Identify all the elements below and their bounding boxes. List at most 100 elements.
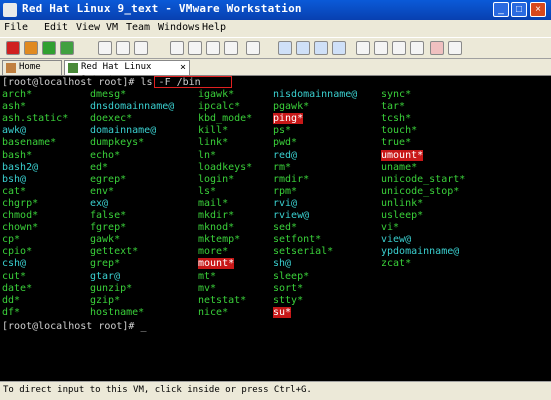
ls-entry: gtar@ (90, 270, 121, 282)
stop-icon[interactable] (6, 41, 20, 55)
ls-entry: mknod* (198, 222, 235, 234)
ls-entry: echo* (90, 149, 121, 161)
command-highlight-box (154, 76, 232, 88)
unity-icon[interactable] (332, 41, 346, 55)
ls-entry: mail* (198, 197, 229, 209)
status-text: To direct input to this VM, click inside… (3, 385, 312, 395)
ls-entry: ln* (198, 149, 217, 161)
tab-home-label: Home (19, 62, 41, 72)
ls-entry: date* (2, 282, 33, 294)
preferences-icon[interactable] (430, 41, 444, 55)
help-icon[interactable] (448, 41, 462, 55)
close-button[interactable]: × (530, 2, 546, 17)
ls-entry: view@ (381, 234, 412, 246)
manage-snapshots-icon[interactable] (134, 41, 148, 55)
menu-file[interactable]: File (4, 22, 28, 33)
ls-entry: kbd_mode* (198, 113, 253, 125)
ls-entry: cpio* (2, 246, 33, 258)
ls-entry: link* (198, 137, 229, 149)
ls-entry: umount* (381, 149, 424, 161)
ls-entry: unicode_stop* (381, 185, 460, 197)
team-icon[interactable] (410, 41, 424, 55)
ls-entry: touch* (381, 125, 418, 137)
ls-entry: sed* (273, 222, 298, 234)
ls-entry: loadkeys* (198, 161, 253, 173)
tab-vm[interactable]: Red Hat Linux 9_text × (64, 60, 190, 85)
floppy-icon[interactable] (246, 41, 260, 55)
ls-entry: egrep* (90, 173, 127, 185)
revert-icon[interactable] (116, 41, 130, 55)
ls-entry: chgrp* (2, 197, 39, 209)
ls-entry: doexec* (90, 113, 133, 125)
ls-entry: gawk* (90, 234, 121, 246)
network-icon[interactable] (188, 41, 202, 55)
ls-entry: ls* (198, 185, 217, 197)
ls-entry: hostname* (90, 306, 145, 318)
menu-team[interactable]: Team (126, 22, 150, 33)
menu-bar: File Edit View VM Team Windows Help (0, 20, 551, 37)
menu-vm[interactable]: VM (106, 22, 118, 33)
ls-entry: setserial* (273, 246, 334, 258)
ls-entry: netstat* (198, 294, 247, 306)
vm-console[interactable]: [root@localhost root]# ls -F /bin arch* a… (0, 76, 551, 381)
prompt: [root@localhost root]# (2, 77, 135, 88)
prompt-line-2: [root@localhost root]# _ (2, 321, 147, 332)
summary-icon[interactable] (356, 41, 370, 55)
fullscreen-icon[interactable] (296, 41, 310, 55)
menu-edit[interactable]: Edit (44, 22, 68, 33)
ls-entry: igawk* (198, 89, 235, 100)
ls-entry: true* (381, 137, 412, 149)
ls-entry: ping* (273, 113, 304, 125)
ls-entry: tar* (381, 101, 406, 113)
tab-home[interactable]: Home (2, 60, 62, 75)
vm-icon (68, 63, 78, 73)
ls-entry: grep* (90, 258, 121, 270)
cd-icon[interactable] (224, 41, 238, 55)
ls-entry: ash* (2, 101, 27, 113)
pause-icon[interactable] (24, 41, 38, 55)
ls-entry: more* (198, 246, 229, 258)
close-tab-icon[interactable]: × (180, 61, 186, 74)
ls-entry: dmesg* (90, 89, 127, 100)
ls-entry: sync* (381, 89, 412, 100)
menu-view[interactable]: View (76, 22, 100, 33)
reset-icon[interactable] (60, 41, 74, 55)
ls-entry: usleep* (381, 210, 424, 221)
ls-entry: ipcalc* (198, 101, 241, 113)
window-title: Red Hat Linux 9_text - VMware Workstatio… (22, 2, 302, 15)
menu-windows[interactable]: Windows (158, 22, 200, 33)
play-icon[interactable] (42, 41, 56, 55)
ls-entry: setfont* (273, 234, 322, 246)
ls-entry: zcat* (381, 258, 412, 270)
snapshot-icon[interactable] (98, 41, 112, 55)
console-view-icon[interactable] (278, 41, 292, 55)
ls-entry: login* (198, 173, 235, 185)
ls-entry: env* (90, 185, 115, 197)
ls-entry: awk@ (2, 125, 27, 137)
tab-bar: Home Red Hat Linux 9_text × (0, 59, 551, 85)
ls-entry: kill* (198, 125, 229, 137)
ls-entry: su* (273, 306, 292, 318)
ls-entry: sort* (273, 282, 304, 294)
ls-entry: ash.static* (2, 113, 69, 125)
vmware-app-icon (3, 3, 17, 17)
appliance-icon[interactable] (374, 41, 388, 55)
ls-entry: mount* (198, 258, 235, 270)
minimize-button[interactable]: _ (493, 2, 509, 17)
toolbar (0, 37, 551, 59)
settings-icon[interactable] (170, 41, 184, 55)
ls-entry: domainname@ (90, 125, 157, 137)
ls-entry: red@ (273, 149, 298, 161)
devices-icon[interactable] (392, 41, 406, 55)
ls-entry: rm* (273, 161, 292, 173)
ls-entry: ypdomainname@ (381, 246, 460, 258)
ls-entry: mv* (198, 282, 217, 294)
quickswitch-icon[interactable] (314, 41, 328, 55)
maximize-button[interactable]: □ (511, 2, 527, 17)
ls-entry: bsh@ (2, 173, 27, 185)
ls-entry: cut* (2, 270, 27, 282)
ls-entry: rview@ (273, 210, 310, 221)
ls-entry: rmdir* (273, 173, 310, 185)
usb-icon[interactable] (206, 41, 220, 55)
menu-help[interactable]: Help (202, 22, 226, 33)
